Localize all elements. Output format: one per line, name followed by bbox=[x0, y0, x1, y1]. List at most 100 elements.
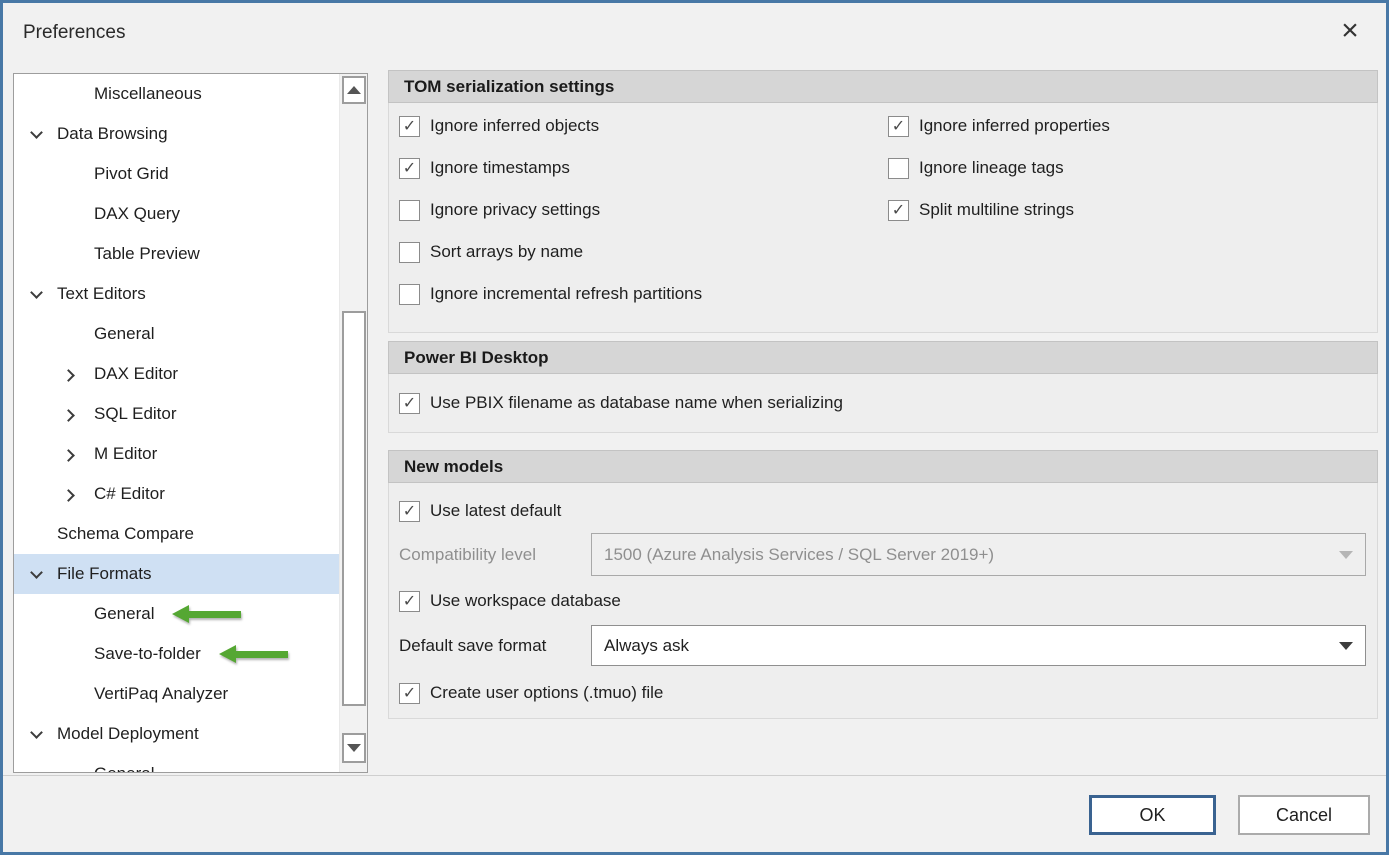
sidebar-item-label: Data Browsing bbox=[57, 124, 168, 144]
checkbox-row-ignore-inferred-objects[interactable]: ✓Ignore inferred objects bbox=[399, 105, 702, 147]
checkbox-checked-icon[interactable]: ✓ bbox=[399, 116, 420, 137]
chevron-right-icon[interactable] bbox=[62, 409, 75, 422]
chevron-right-icon[interactable] bbox=[62, 369, 75, 382]
checkbox-unchecked-icon[interactable] bbox=[399, 284, 420, 305]
sidebar-item-m-editor[interactable]: M Editor bbox=[14, 434, 367, 474]
close-icon[interactable]: × bbox=[1330, 11, 1370, 51]
scroll-down-icon bbox=[347, 744, 361, 752]
settings-tree: Miscellaneous Data Browsing Pivot Grid DAX … bbox=[13, 73, 368, 773]
chevron-down-icon[interactable] bbox=[30, 566, 43, 579]
sidebar-item-label: File Formats bbox=[57, 564, 151, 584]
sidebar-item-label: DAX Query bbox=[94, 204, 180, 224]
checkbox-label: Sort arrays by name bbox=[430, 242, 583, 262]
compatibility-level-value: 1500 (Azure Analysis Services / SQL Serv… bbox=[604, 545, 994, 565]
sidebar-item-general[interactable]: General bbox=[14, 594, 367, 634]
cancel-button[interactable]: Cancel bbox=[1238, 795, 1370, 835]
sidebar-item-label: General bbox=[94, 324, 154, 344]
checkbox-row-use-latest-default[interactable]: ✓Use latest default bbox=[399, 490, 561, 532]
scrollbar-thumb[interactable] bbox=[342, 311, 366, 706]
green-arrow-shaft bbox=[236, 651, 288, 658]
sidebar-item-label: VertiPaq Analyzer bbox=[94, 684, 228, 704]
sidebar-item-save-to-folder[interactable]: Save-to-folder bbox=[14, 634, 367, 674]
checkbox-label: Ignore timestamps bbox=[430, 158, 570, 178]
sidebar-item-label: Miscellaneous bbox=[94, 84, 202, 104]
chevron-down-icon[interactable] bbox=[30, 286, 43, 299]
sidebar-item-pivot-grid[interactable]: Pivot Grid bbox=[14, 154, 367, 194]
sidebar-item-label: Text Editors bbox=[57, 284, 146, 304]
section-header-new-models: New models bbox=[388, 450, 1378, 483]
sidebar-item-table-preview[interactable]: Table Preview bbox=[14, 234, 367, 274]
checkbox-checked-icon[interactable]: ✓ bbox=[888, 116, 909, 137]
green-arrow-head bbox=[219, 645, 236, 663]
section-body-tom-serialization: ✓Ignore inferred objects✓Ignore timestam… bbox=[388, 103, 1378, 333]
green-arrow-icon bbox=[172, 605, 241, 623]
footer-divider bbox=[3, 775, 1386, 776]
sidebar-item-label: SQL Editor bbox=[94, 404, 177, 424]
sidebar-item-label: Pivot Grid bbox=[94, 164, 169, 184]
checkbox-row-use-pbix-filename-as-database-name-when-serializing[interactable]: ✓Use PBIX filename as database name when… bbox=[399, 382, 843, 424]
sidebar-item-miscellaneous[interactable]: Miscellaneous bbox=[14, 74, 367, 114]
sidebar-item-dax-editor[interactable]: DAX Editor bbox=[14, 354, 367, 394]
tom-checkbox-column-right: ✓ Ignore inferred properties Ignore lineag… bbox=[888, 105, 1110, 231]
row-use-workspace-database: ✓ Use workspace database bbox=[399, 580, 621, 622]
compatibility-level-dropdown: 1500 (Azure Analysis Services / SQL Serv… bbox=[591, 533, 1366, 576]
checkbox-unchecked-icon[interactable] bbox=[888, 158, 909, 179]
checkbox-row-ignore-inferred-properties[interactable]: ✓ Ignore inferred properties bbox=[888, 105, 1110, 147]
chevron-right-icon[interactable] bbox=[62, 449, 75, 462]
sidebar-item-label: Schema Compare bbox=[57, 524, 194, 544]
chevron-down-icon[interactable] bbox=[30, 126, 43, 139]
green-arrow-head bbox=[172, 605, 189, 623]
sidebar-item-dax-query[interactable]: DAX Query bbox=[14, 194, 367, 234]
sidebar-item-general[interactable]: General bbox=[14, 754, 367, 773]
sidebar-item-text-editors[interactable]: Text Editors bbox=[14, 274, 367, 314]
dialog-title: Preferences bbox=[23, 22, 125, 44]
sidebar-item-file-formats[interactable]: File Formats bbox=[14, 554, 367, 594]
checkbox-checked-icon[interactable]: ✓ bbox=[399, 158, 420, 179]
checkbox-checked-icon[interactable]: ✓ bbox=[399, 591, 420, 612]
checkbox-checked-icon[interactable]: ✓ bbox=[399, 683, 420, 704]
sidebar-item-c-editor[interactable]: C# Editor bbox=[14, 474, 367, 514]
preferences-dialog: Preferences × Miscellaneous Data Browsing… bbox=[0, 0, 1389, 855]
checkbox-row-use-workspace-database[interactable]: ✓ Use workspace database bbox=[399, 580, 621, 622]
sidebar-item-vertipaq-analyzer[interactable]: VertiPaq Analyzer bbox=[14, 674, 367, 714]
checkbox-row-sort-arrays-by-name[interactable]: Sort arrays by name bbox=[399, 231, 702, 273]
sidebar-item-label: Save-to-folder bbox=[94, 644, 201, 664]
checkbox-label: Split multiline strings bbox=[919, 200, 1074, 220]
checkbox-row-ignore-incremental-refresh-partitions[interactable]: Ignore incremental refresh partitions bbox=[399, 273, 702, 315]
checkbox-unchecked-icon[interactable] bbox=[399, 242, 420, 263]
sidebar-item-general[interactable]: General bbox=[14, 314, 367, 354]
chevron-down-icon[interactable] bbox=[30, 726, 43, 739]
chevron-down-icon bbox=[1339, 642, 1353, 650]
ok-button[interactable]: OK bbox=[1089, 795, 1216, 835]
checkbox-row-create-user-options-tmuo-file[interactable]: ✓ Create user options (.tmuo) file bbox=[399, 672, 663, 714]
sidebar-item-data-browsing[interactable]: Data Browsing bbox=[14, 114, 367, 154]
sidebar-item-schema-compare[interactable]: Schema Compare bbox=[14, 514, 367, 554]
tom-checkbox-column-left: ✓Ignore inferred objects✓Ignore timestam… bbox=[399, 105, 702, 315]
sidebar-item-model-deployment[interactable]: Model Deployment bbox=[14, 714, 367, 754]
section-title: New models bbox=[404, 457, 503, 477]
checkbox-row-ignore-privacy-settings[interactable]: Ignore privacy settings bbox=[399, 189, 702, 231]
scroll-down-button[interactable] bbox=[342, 733, 366, 763]
checkbox-label: Use workspace database bbox=[430, 591, 621, 611]
checkbox-unchecked-icon[interactable] bbox=[399, 200, 420, 221]
checkbox-label: Ignore inferred properties bbox=[919, 116, 1110, 136]
sidebar-item-label: M Editor bbox=[94, 444, 157, 464]
section-title: TOM serialization settings bbox=[404, 77, 614, 97]
sidebar-item-sql-editor[interactable]: SQL Editor bbox=[14, 394, 367, 434]
row-default-save-format: Default save format bbox=[399, 625, 546, 666]
checkbox-row-ignore-lineage-tags[interactable]: Ignore lineage tags bbox=[888, 147, 1110, 189]
checkbox-label: Create user options (.tmuo) file bbox=[430, 683, 663, 703]
checkbox-checked-icon[interactable]: ✓ bbox=[399, 501, 420, 522]
checkbox-checked-icon[interactable]: ✓ bbox=[399, 393, 420, 414]
tree-scrollbar[interactable] bbox=[339, 74, 367, 772]
sidebar-item-label: DAX Editor bbox=[94, 364, 178, 384]
checkbox-row-split-multiline-strings[interactable]: ✓ Split multiline strings bbox=[888, 189, 1110, 231]
checkbox-row-ignore-timestamps[interactable]: ✓ Ignore timestamps bbox=[399, 147, 702, 189]
default-save-format-dropdown[interactable]: Always ask bbox=[591, 625, 1366, 666]
scroll-up-button[interactable] bbox=[342, 76, 366, 104]
checkbox-checked-icon[interactable]: ✓ bbox=[888, 200, 909, 221]
default-save-format-value: Always ask bbox=[604, 636, 689, 656]
tree-rows: Miscellaneous Data Browsing Pivot Grid DAX … bbox=[14, 74, 367, 773]
scroll-up-icon bbox=[347, 86, 361, 94]
chevron-right-icon[interactable] bbox=[62, 489, 75, 502]
